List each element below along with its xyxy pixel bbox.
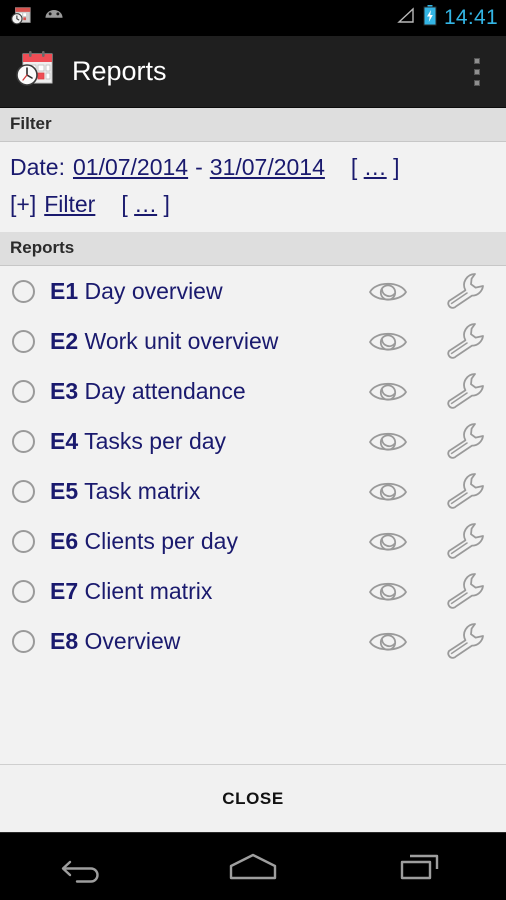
report-code: E2 xyxy=(50,327,79,354)
eye-icon[interactable] xyxy=(356,326,420,356)
add-filter-link[interactable]: Filter xyxy=(44,191,95,218)
report-row[interactable]: E1 Day overview xyxy=(0,266,506,316)
wrench-icon[interactable] xyxy=(420,270,506,312)
eye-icon[interactable] xyxy=(356,376,420,406)
wrench-icon[interactable] xyxy=(420,420,506,462)
filter-section: Date: 01/07/2014 - 31/07/2014 [ … ] [+] … xyxy=(0,142,506,232)
filter-more-link[interactable]: [ … ] xyxy=(121,191,170,218)
filter-section-header: Filter xyxy=(0,108,506,142)
wrench-icon[interactable] xyxy=(420,620,506,662)
report-code: E3 xyxy=(50,377,79,404)
report-label: E4 Tasks per day xyxy=(50,428,356,455)
report-radio-e4[interactable] xyxy=(12,429,35,453)
calendar-clock-app-icon[interactable] xyxy=(12,47,56,96)
report-code: E4 xyxy=(50,427,79,454)
android-navigation-bar xyxy=(0,832,506,900)
page-title: Reports xyxy=(72,56,167,86)
dialog-footer: CLOSE xyxy=(0,764,506,832)
report-row[interactable]: E8 Overview xyxy=(0,616,506,666)
wrench-icon[interactable] xyxy=(420,370,506,412)
date-more-link[interactable]: [ … ] xyxy=(351,154,400,181)
overflow-dot xyxy=(474,68,480,75)
app-window: 14:41 Reports Filter Date: 01/07/2014 - … xyxy=(0,0,506,900)
report-radio-e5[interactable] xyxy=(12,479,35,503)
report-name: Overview xyxy=(84,627,181,654)
report-name: Tasks per day xyxy=(84,427,227,454)
report-label: E5 Task matrix xyxy=(50,478,356,505)
signal-icon xyxy=(396,6,416,30)
recents-icon[interactable] xyxy=(374,839,470,895)
report-name: Work unit overview xyxy=(84,327,279,354)
date-label: Date: xyxy=(10,154,65,180)
eye-icon[interactable] xyxy=(356,426,420,456)
wrench-icon[interactable] xyxy=(420,320,506,362)
report-code: E6 xyxy=(50,527,79,554)
report-row[interactable]: E4 Tasks per day xyxy=(0,416,506,466)
home-icon[interactable] xyxy=(205,839,301,895)
report-radio-e2[interactable] xyxy=(12,329,35,353)
status-bar-clock: 14:41 xyxy=(443,6,498,29)
report-radio-e3[interactable] xyxy=(12,379,35,403)
eye-icon[interactable] xyxy=(356,476,420,506)
overflow-dot xyxy=(474,57,480,64)
report-row[interactable]: E6 Clients per day xyxy=(0,516,506,566)
status-bar-system-icons: 14:41 xyxy=(396,5,498,31)
eye-icon[interactable] xyxy=(356,576,420,606)
report-label: E6 Clients per day xyxy=(50,528,356,555)
back-icon[interactable] xyxy=(36,839,132,895)
report-code: E7 xyxy=(50,577,79,604)
report-label: E1 Day overview xyxy=(50,278,356,305)
report-radio-e8[interactable] xyxy=(12,629,35,653)
action-bar: Reports xyxy=(0,36,506,108)
report-name: Client matrix xyxy=(84,577,213,604)
report-row[interactable]: E2 Work unit overview xyxy=(0,316,506,366)
date-separator: - xyxy=(195,154,203,180)
add-filter-prefix[interactable]: [+] xyxy=(10,191,36,218)
reports-list: E1 Day overview E2 Work unit overview E3… xyxy=(0,266,506,764)
report-radio-e6[interactable] xyxy=(12,529,35,553)
reports-section-header: Reports xyxy=(0,232,506,266)
report-label: E2 Work unit overview xyxy=(50,328,356,355)
report-row[interactable]: E3 Day attendance xyxy=(0,366,506,416)
status-bar-notifications xyxy=(10,5,66,32)
report-label: E3 Day attendance xyxy=(50,378,356,405)
close-button[interactable]: CLOSE xyxy=(222,789,284,809)
report-name: Clients per day xyxy=(84,527,238,554)
report-radio-e7[interactable] xyxy=(12,579,35,603)
date-filter-row: Date: 01/07/2014 - 31/07/2014 [ … ] xyxy=(10,154,496,181)
eye-icon[interactable] xyxy=(356,526,420,556)
calendar-clock-notification-icon xyxy=(10,5,32,32)
battery-charging-icon xyxy=(423,5,437,31)
overflow-menu-icon[interactable] xyxy=(462,49,492,95)
report-code: E8 xyxy=(50,627,79,654)
wrench-icon[interactable] xyxy=(420,470,506,512)
report-radio-e1[interactable] xyxy=(12,279,35,303)
date-from-link[interactable]: 01/07/2014 xyxy=(73,154,188,181)
report-name: Day overview xyxy=(84,277,223,304)
android-head-icon xyxy=(42,7,66,30)
wrench-icon[interactable] xyxy=(420,570,506,612)
status-bar: 14:41 xyxy=(0,0,506,36)
report-code: E5 xyxy=(50,477,79,504)
wrench-icon[interactable] xyxy=(420,520,506,562)
eye-icon[interactable] xyxy=(356,626,420,656)
eye-icon[interactable] xyxy=(356,276,420,306)
report-label: E8 Overview xyxy=(50,628,356,655)
report-name: Day attendance xyxy=(84,377,246,404)
date-to-link[interactable]: 31/07/2014 xyxy=(210,154,325,181)
add-filter-row: [+] Filter [ … ] xyxy=(10,191,496,218)
report-label: E7 Client matrix xyxy=(50,578,356,605)
report-name: Task matrix xyxy=(84,477,201,504)
report-row[interactable]: E5 Task matrix xyxy=(0,466,506,516)
overflow-dot xyxy=(474,79,480,86)
report-row[interactable]: E7 Client matrix xyxy=(0,566,506,616)
report-code: E1 xyxy=(50,277,79,304)
